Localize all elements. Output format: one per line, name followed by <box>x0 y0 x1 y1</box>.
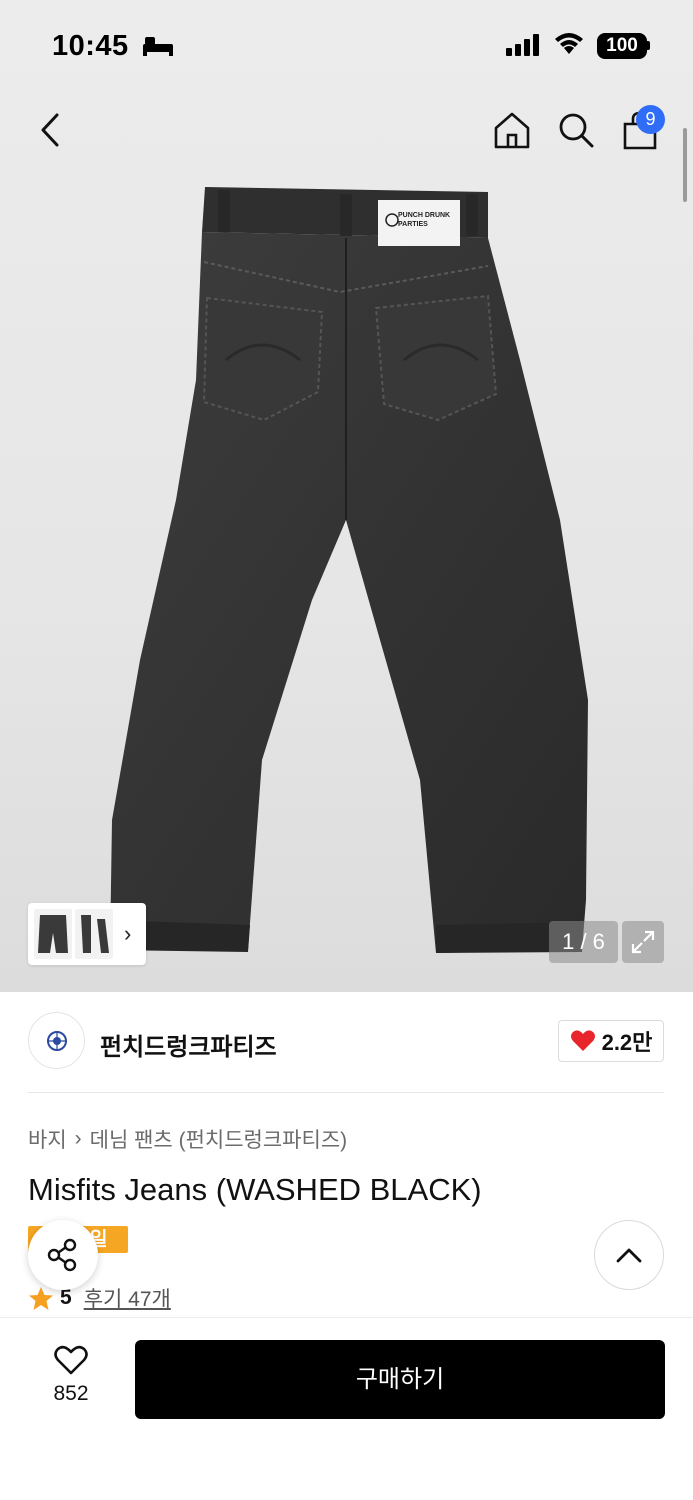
buy-button[interactable]: 구매하기 <box>135 1340 665 1419</box>
chevron-right-icon: › <box>74 1127 82 1150</box>
home-icon <box>494 112 530 149</box>
wish-count: 852 <box>53 1382 89 1405</box>
brand-like-button[interactable]: 2.2만 <box>558 1020 664 1062</box>
reviews-link[interactable]: 후기 47개 <box>84 1283 171 1313</box>
brand-logo-icon <box>46 1030 67 1051</box>
battery-tip <box>647 41 650 50</box>
thumbnail-image[interactable] <box>75 909 113 959</box>
divider <box>28 1092 664 1093</box>
breadcrumb: 바지 › 데님 팬츠 (펀치드렁크파티즈) <box>28 1124 347 1154</box>
thumbnail-strip[interactable]: › <box>28 903 146 965</box>
brand-row[interactable]: 펀치드렁크파티즈 2.2만 <box>28 1012 664 1072</box>
heart-icon <box>570 1030 595 1051</box>
chevron-right-icon[interactable]: › <box>124 921 131 947</box>
search-button[interactable] <box>552 106 600 154</box>
thumbnail-image[interactable] <box>34 909 72 959</box>
bottom-action-bar: 852 구매하기 <box>0 1317 693 1500</box>
chevron-up-icon <box>616 1248 642 1263</box>
star-icon <box>29 1286 53 1310</box>
sleep-icon <box>143 37 173 56</box>
status-time: 10:45 <box>52 30 129 62</box>
home-button[interactable] <box>488 106 536 154</box>
breadcrumb-item-category[interactable]: 바지 <box>28 1124 67 1154</box>
product-title: Misfits Jeans (WASHED BLACK) <box>28 1172 482 1207</box>
cellular-signal-icon <box>506 34 539 56</box>
expand-icon <box>631 930 655 954</box>
expand-button[interactable] <box>622 921 664 963</box>
back-button[interactable] <box>30 108 70 152</box>
share-icon <box>47 1238 77 1272</box>
scrollbar[interactable] <box>683 128 687 202</box>
wish-button[interactable]: 852 <box>30 1344 112 1414</box>
chevron-left-icon <box>41 113 59 147</box>
cart-count-badge: 9 <box>636 105 665 134</box>
brand-logo[interactable] <box>28 1012 85 1069</box>
brand-like-count: 2.2만 <box>601 1030 653 1055</box>
breadcrumb-item-subcategory[interactable]: 데님 팬츠 (펀치드렁크파티즈) <box>90 1124 348 1154</box>
status-bar: 10:45 100 <box>0 0 693 92</box>
battery-icon: 100 <box>597 33 647 59</box>
share-button[interactable] <box>28 1220 98 1290</box>
search-icon <box>559 113 594 148</box>
wifi-icon <box>555 33 583 54</box>
scroll-top-button[interactable] <box>594 1220 664 1290</box>
heart-outline-icon <box>54 1345 88 1375</box>
image-counter: 1 / 6 <box>549 921 618 963</box>
label-patch-text: PUNCH DRUNK PARTIES <box>398 212 451 228</box>
brand-name[interactable]: 펀치드렁크파티즈 <box>100 1027 277 1062</box>
